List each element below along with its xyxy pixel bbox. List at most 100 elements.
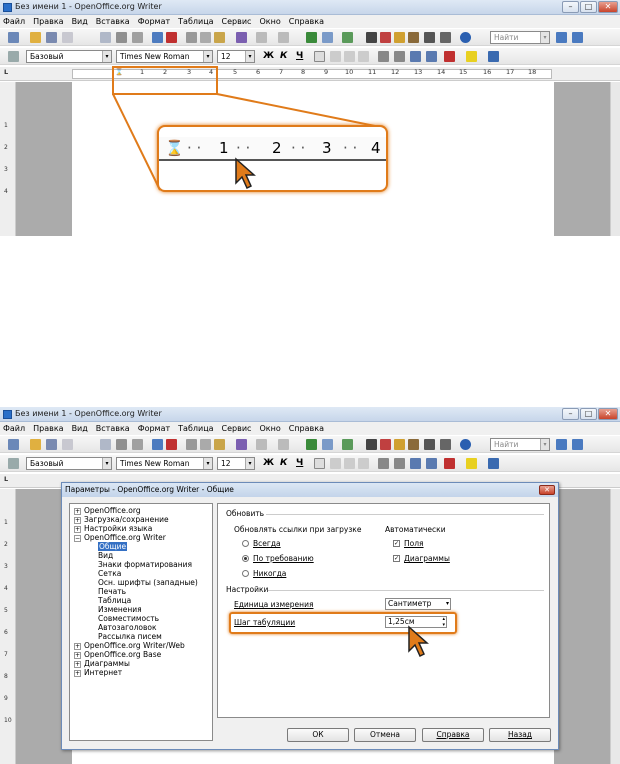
menu-tools[interactable]: Сервис bbox=[222, 422, 252, 435]
paragraph-style-select[interactable]: Базовый ▾ bbox=[26, 457, 112, 470]
increase-indent-icon[interactable] bbox=[426, 458, 437, 469]
maximize-button[interactable]: □ bbox=[580, 408, 597, 420]
tree-item-compatibility[interactable]: Совместимость bbox=[98, 614, 159, 623]
expand-icon[interactable]: + bbox=[74, 651, 81, 659]
back-button[interactable]: Назад bbox=[489, 728, 551, 742]
expand-icon[interactable]: + bbox=[74, 507, 81, 515]
minimize-button[interactable]: – bbox=[562, 408, 579, 420]
datasources-icon[interactable] bbox=[408, 439, 419, 450]
radio-never[interactable] bbox=[242, 570, 249, 577]
align-left-icon[interactable] bbox=[314, 458, 325, 469]
menu-format[interactable]: Формат bbox=[138, 422, 170, 435]
checkbox-charts-label[interactable]: Диаграммы bbox=[404, 554, 450, 563]
font-size-select[interactable]: 12 ▾ bbox=[217, 457, 255, 470]
copy-icon[interactable] bbox=[200, 439, 211, 450]
spellcheck-icon[interactable] bbox=[152, 439, 163, 450]
italic-button[interactable]: К bbox=[280, 458, 287, 468]
background-color-icon[interactable] bbox=[488, 458, 499, 469]
help-button[interactable]: Справка bbox=[422, 728, 484, 742]
radio-always-label[interactable]: Всегда bbox=[253, 539, 281, 548]
dialog-close-button[interactable]: ✕ bbox=[539, 485, 555, 495]
tree-item-grid[interactable]: Сетка bbox=[98, 569, 121, 578]
gallery-icon[interactable] bbox=[394, 439, 405, 450]
tree-item-charts[interactable]: + Диаграммы bbox=[74, 659, 130, 668]
tab-type-icon[interactable]: L bbox=[4, 475, 8, 483]
ok-button[interactable]: ОК bbox=[287, 728, 349, 742]
tree-item-general[interactable]: Общие bbox=[98, 542, 128, 551]
pdf-icon[interactable] bbox=[100, 439, 111, 450]
align-right-icon[interactable] bbox=[344, 458, 355, 469]
tree-item-formatting-aids[interactable]: Знаки форматирования bbox=[98, 560, 192, 569]
new-doc-icon[interactable] bbox=[8, 439, 19, 450]
menu-file[interactable]: Файл bbox=[3, 422, 25, 435]
menu-help[interactable]: Справка bbox=[289, 422, 324, 435]
vertical-ruler[interactable]: 1 2 3 4 5 6 7 8 9 10 bbox=[0, 489, 16, 764]
cut-icon[interactable] bbox=[186, 439, 197, 450]
tree-item-language[interactable]: + Настройки языка bbox=[74, 524, 152, 533]
table-icon[interactable] bbox=[322, 439, 333, 450]
paste-icon[interactable] bbox=[214, 439, 225, 450]
tree-item-openoffice[interactable]: + OpenOffice.org bbox=[74, 506, 141, 515]
justify-icon[interactable] bbox=[358, 458, 369, 469]
find-next-icon[interactable] bbox=[556, 439, 567, 450]
menu-window[interactable]: Окно bbox=[259, 422, 280, 435]
navigator-icon[interactable] bbox=[380, 439, 391, 450]
email-icon[interactable] bbox=[62, 439, 73, 450]
radio-on-request[interactable] bbox=[242, 555, 249, 562]
numbering-icon[interactable] bbox=[378, 458, 389, 469]
radio-always[interactable] bbox=[242, 540, 249, 547]
expand-icon[interactable]: + bbox=[74, 516, 81, 524]
checkbox-fields-label[interactable]: Поля bbox=[404, 539, 424, 548]
draw-icon[interactable] bbox=[342, 439, 353, 450]
tree-item-basic-fonts[interactable]: Осн. шрифты (западные) bbox=[98, 578, 198, 587]
decrease-indent-icon[interactable] bbox=[410, 458, 421, 469]
menu-view[interactable]: Вид bbox=[72, 422, 88, 435]
radio-on-request-label[interactable]: По требованию bbox=[253, 554, 314, 563]
highlight-icon[interactable] bbox=[466, 458, 477, 469]
zoom-icon[interactable] bbox=[440, 439, 451, 450]
tree-item-view[interactable]: Вид bbox=[98, 551, 113, 560]
expand-icon[interactable]: + bbox=[74, 660, 81, 668]
preview-icon[interactable] bbox=[132, 439, 143, 450]
checkbox-charts[interactable]: ✓ bbox=[393, 555, 400, 562]
autospell-icon[interactable] bbox=[166, 439, 177, 450]
tree-item-base[interactable]: + OpenOffice.org Base bbox=[74, 650, 161, 659]
checkbox-fields[interactable]: ✓ bbox=[393, 540, 400, 547]
tree-item-writer[interactable]: − OpenOffice.org Writer bbox=[74, 533, 166, 542]
tree-item-changes[interactable]: Изменения bbox=[98, 605, 142, 614]
redo-icon[interactable] bbox=[278, 439, 289, 450]
underline-button[interactable]: Ч bbox=[296, 458, 303, 468]
tree-item-load-save[interactable]: + Загрузка/сохранение bbox=[74, 515, 169, 524]
undo-icon[interactable] bbox=[256, 439, 267, 450]
bold-button[interactable]: Ж bbox=[263, 458, 274, 468]
print-icon[interactable] bbox=[116, 439, 127, 450]
tree-item-autocaption[interactable]: Автозаголовок bbox=[98, 623, 157, 632]
tree-item-mail-merge[interactable]: Рассылка писем bbox=[98, 632, 162, 641]
menu-edit[interactable]: Правка bbox=[33, 422, 63, 435]
bullets-icon[interactable] bbox=[394, 458, 405, 469]
hyperlink-icon[interactable] bbox=[306, 439, 317, 450]
vertical-scrollbar[interactable] bbox=[610, 489, 620, 764]
find-input[interactable]: Найти ▾ bbox=[490, 438, 550, 451]
font-color-icon[interactable] bbox=[444, 458, 455, 469]
expand-icon[interactable]: + bbox=[74, 525, 81, 533]
save-icon[interactable] bbox=[46, 439, 57, 450]
find-icon[interactable] bbox=[366, 439, 377, 450]
format-paintbrush-icon[interactable] bbox=[236, 439, 247, 450]
cancel-button[interactable]: Отмена bbox=[354, 728, 416, 742]
collapse-icon[interactable]: − bbox=[74, 534, 81, 542]
menu-insert[interactable]: Вставка bbox=[96, 422, 130, 435]
radio-never-label[interactable]: Никогда bbox=[253, 569, 286, 578]
tree-item-table[interactable]: Таблица bbox=[98, 596, 131, 605]
tree-item-writer-web[interactable]: + OpenOffice.org Writer/Web bbox=[74, 641, 185, 650]
options-tree[interactable]: + OpenOffice.org + Загрузка/сохранение + На… bbox=[69, 503, 213, 741]
styles-icon[interactable] bbox=[8, 458, 19, 469]
pilcrow-icon[interactable] bbox=[424, 439, 435, 450]
close-button[interactable]: ✕ bbox=[598, 408, 618, 420]
font-name-select[interactable]: Times New Roman ▾ bbox=[116, 457, 213, 470]
open-icon[interactable] bbox=[30, 439, 41, 450]
menu-table[interactable]: Таблица bbox=[178, 422, 213, 435]
tree-item-print[interactable]: Печать bbox=[98, 587, 126, 596]
expand-icon[interactable]: + bbox=[74, 669, 81, 677]
expand-icon[interactable]: + bbox=[74, 642, 81, 650]
